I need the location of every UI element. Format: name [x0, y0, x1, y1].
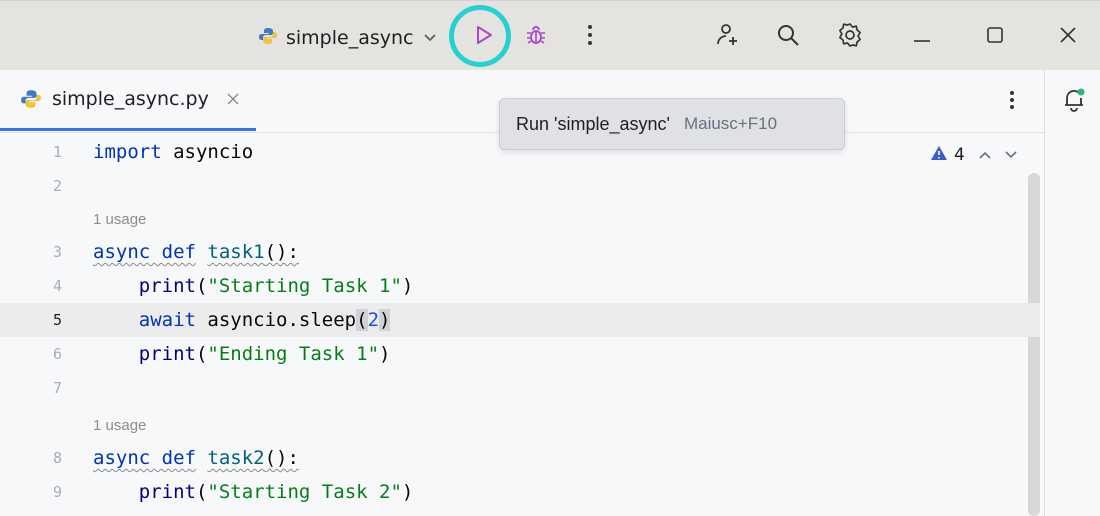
add-user-icon: [715, 22, 741, 52]
run-configuration-selector[interactable]: simple_async: [258, 23, 436, 53]
more-vertical-icon: [1009, 90, 1015, 114]
usage-hint[interactable]: 1 usage: [93, 203, 146, 237]
current-code-line: 5 await asyncio.sleep(2): [0, 303, 1040, 337]
code-line: 9 print("Starting Task 2"): [0, 475, 1040, 509]
notifications-button[interactable]: [1061, 86, 1087, 116]
tab-simple-async-py[interactable]: simple_async.py: [0, 70, 256, 131]
run-configuration-name: simple_async: [286, 27, 414, 49]
tab-options-button[interactable]: [1000, 88, 1024, 116]
settings-icon: [837, 22, 863, 52]
run-tooltip: Run 'simple_async' Maiusc+F10: [499, 98, 845, 150]
line-number: 9: [52, 483, 62, 501]
code-text: async def task1():: [93, 241, 299, 263]
line-number: 7: [52, 379, 62, 397]
code-editor[interactable]: 4 1 import asyncio 2 1 usage 3 async def…: [0, 133, 1044, 516]
chevron-down-icon: [423, 30, 436, 46]
close-window-button[interactable]: [1050, 19, 1086, 55]
code-text: import asyncio: [93, 141, 254, 163]
code-line: 6 print("Ending Task 1"): [0, 337, 1040, 371]
code-with-me-button[interactable]: [710, 19, 746, 55]
code-text: print("Ending Task 1"): [138, 343, 391, 365]
maximize-icon: [986, 26, 1004, 48]
code-text: print("Starting Task 2"): [138, 481, 414, 503]
minimize-icon: [913, 28, 931, 47]
line-number: 8: [52, 449, 62, 467]
code-line: 4 print("Starting Task 1"): [0, 269, 1040, 303]
line-number: 1: [52, 143, 62, 161]
python-icon: [20, 88, 42, 110]
tooltip-shortcut: Maiusc+F10: [683, 114, 778, 133]
code-line: 7: [0, 371, 1040, 405]
run-icon: [473, 24, 495, 50]
minimize-button[interactable]: [904, 19, 940, 55]
search-icon: [776, 23, 800, 51]
tooltip-text: Run 'simple_async': [516, 113, 670, 134]
right-tool-strip: [1044, 70, 1100, 516]
more-actions-button[interactable]: [572, 19, 608, 55]
maximize-button[interactable]: [977, 19, 1013, 55]
line-number: 2: [52, 177, 62, 195]
more-vertical-icon: [587, 24, 593, 50]
title-bar: simple_async: [0, 0, 1100, 70]
settings-button[interactable]: [832, 19, 868, 55]
code-text: await asyncio.sleep(2): [138, 309, 391, 331]
tab-label: simple_async.py: [52, 88, 209, 110]
line-number: 4: [52, 277, 62, 295]
code-text: async def task2():: [93, 447, 299, 469]
line-number: 6: [52, 345, 62, 363]
run-button[interactable]: [466, 19, 502, 55]
search-everywhere-button[interactable]: [770, 19, 806, 55]
debug-icon: [524, 23, 548, 51]
debug-button[interactable]: [518, 19, 554, 55]
close-tab-icon[interactable]: [227, 90, 239, 109]
code-line: 8 async def task2():: [0, 441, 1040, 475]
python-icon: [258, 26, 278, 51]
code-text: print("Starting Task 1"): [138, 275, 414, 297]
bell-icon: [1061, 88, 1087, 116]
usage-hint[interactable]: 1 usage: [93, 409, 146, 443]
close-icon: [1059, 26, 1077, 48]
code-line: 3 async def task1():: [0, 235, 1040, 269]
code-line: 2: [0, 169, 1040, 203]
line-number: 3: [52, 243, 62, 261]
line-number: 5: [52, 311, 62, 329]
